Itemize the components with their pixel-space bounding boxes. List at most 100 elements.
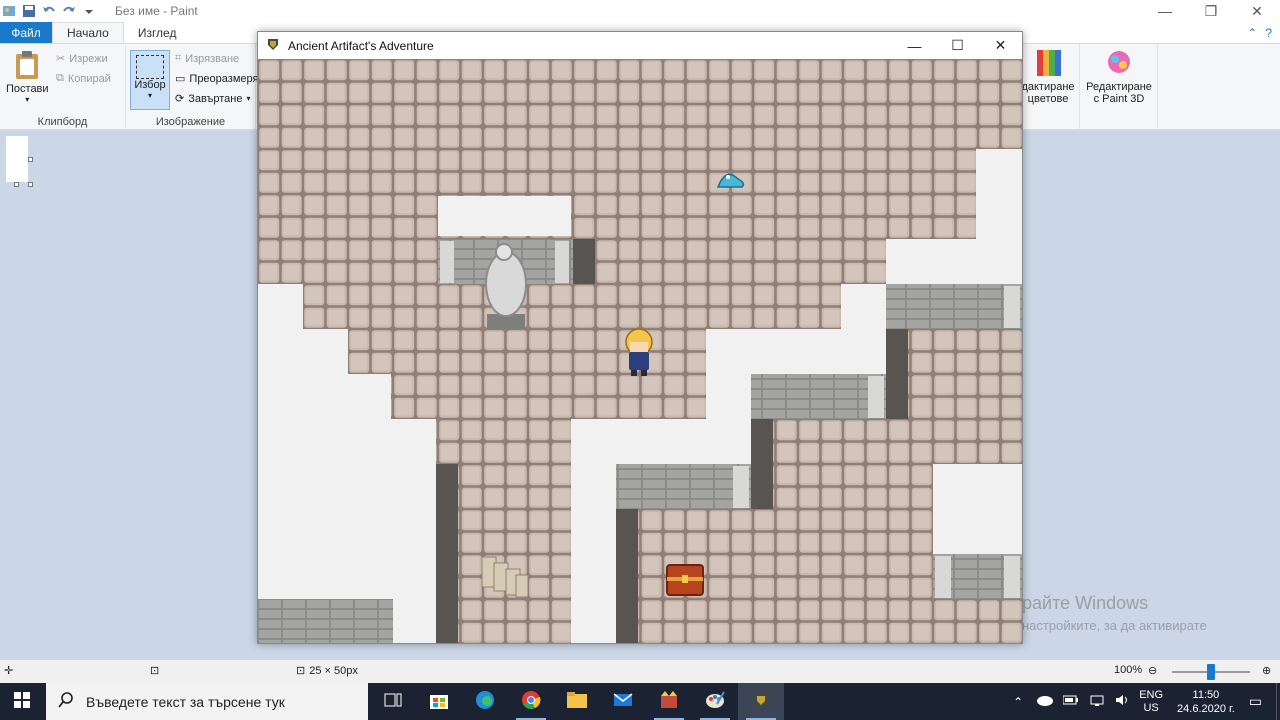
activation-watermark: райте Windows настройките, за да активир…: [1022, 593, 1207, 633]
paint-canvas[interactable]: [6, 136, 28, 182]
watermark-line-2: настройките, за да активирате: [1022, 618, 1207, 633]
network-icon[interactable]: [1089, 694, 1105, 709]
crop-label: Изрязване: [185, 52, 240, 65]
show-hidden-icons-icon[interactable]: ⌃: [1013, 695, 1023, 709]
paste-label: Постави: [6, 83, 49, 95]
select-label: Избор: [134, 79, 166, 91]
tab-home[interactable]: Начало: [52, 22, 124, 43]
show-desktop-button[interactable]: [1276, 683, 1280, 720]
restore-icon[interactable]: ❐: [1188, 0, 1234, 22]
save-icon[interactable]: [22, 4, 36, 18]
onedrive-icon[interactable]: [1035, 694, 1054, 709]
crop-button[interactable]: ⌗ Изрязване: [175, 52, 239, 65]
file-explorer-button[interactable]: [554, 683, 600, 720]
battery-icon[interactable]: [1062, 695, 1079, 708]
search-placeholder: Въведете текст за търсене тук: [86, 693, 285, 710]
game-taskbar-button[interactable]: [738, 683, 784, 720]
redo-icon[interactable]: [62, 4, 76, 18]
edit-colors-button[interactable]: дактиране цветове: [1020, 50, 1076, 105]
rotate-button[interactable]: ⟳ Завъртане ▾: [175, 92, 250, 106]
zoom-out-icon[interactable]: ⊖: [1148, 664, 1157, 677]
rotate-label: Завъртане: [188, 92, 243, 105]
cut-label: Изрежи: [69, 52, 108, 65]
resize-icon: ▭: [175, 73, 186, 85]
rotate-icon: ⟳: [175, 93, 185, 105]
status-bar: ✛ ⊡ ⊡ 25 × 50px 100% ⊖ ⊕: [0, 659, 1280, 683]
store-button[interactable]: [416, 683, 462, 720]
mail-icon: [613, 692, 633, 711]
clipboard-group-label: Клипборд: [37, 116, 88, 128]
hero-character-icon[interactable]: [625, 328, 653, 376]
image-size-label: 25 × 50px: [309, 664, 358, 677]
game-window[interactable]: Ancient Artifact's Adventure — ☐ ✕: [257, 31, 1023, 644]
notifications-icon[interactable]: ▭: [1249, 693, 1262, 710]
void-area: [438, 196, 571, 236]
edit-colors-group: дактиране цветове: [1020, 44, 1080, 130]
folder-icon: [566, 691, 588, 712]
tab-view[interactable]: Изглед: [124, 22, 191, 43]
stone-wall: [933, 554, 1022, 599]
resize-handle[interactable]: [28, 182, 33, 187]
close-icon[interactable]: ✕: [1234, 0, 1280, 22]
game-shield-icon: [752, 691, 770, 712]
clipboard-group: Постави ▾ ✂ Изрежи ⧉ Копирай Клипборд: [0, 44, 126, 130]
customize-toolbar-icon[interactable]: [82, 4, 96, 18]
edit-with-paint3d-button[interactable]: Редактиране с Paint 3D: [1082, 50, 1156, 105]
task-view-icon: [384, 693, 402, 710]
paint-taskbar-button[interactable]: [692, 683, 738, 720]
paint3d-icon: [1105, 50, 1133, 81]
zoom-slider-thumb[interactable]: [1207, 664, 1215, 680]
cut-button[interactable]: ✂ Изрежи: [56, 52, 108, 66]
cursor-position-icon: ✛: [4, 665, 14, 677]
clock[interactable]: 11:50 24.6.2020 г.: [1177, 688, 1235, 716]
input-language[interactable]: ENG US: [1139, 689, 1163, 715]
minimize-icon[interactable]: —: [1142, 0, 1188, 22]
paste-button[interactable]: Постави ▾: [6, 50, 49, 104]
color-palette-icon: [1033, 50, 1063, 81]
game-app-icon: [266, 37, 280, 54]
copy-button[interactable]: ⧉ Копирай: [56, 72, 111, 85]
language-code: ENG: [1139, 688, 1164, 701]
watermark-line-1: райте Windows: [1022, 593, 1149, 613]
copy-label: Копирай: [67, 72, 111, 85]
select-button[interactable]: Избор ▾: [130, 50, 170, 110]
chrome-button[interactable]: [508, 683, 554, 720]
resize-handle[interactable]: [14, 182, 19, 187]
game-title: Ancient Artifact's Adventure: [288, 38, 434, 53]
edit-colors-label-1: дактиране: [1021, 81, 1075, 93]
edge-button[interactable]: [462, 683, 508, 720]
image-size: ⊡ 25 × 50px: [296, 664, 358, 678]
treasure-chest-icon[interactable]: [666, 564, 704, 596]
start-button[interactable]: [0, 683, 44, 720]
edge-icon: [475, 690, 495, 713]
zoom-in-icon[interactable]: ⊕: [1262, 664, 1271, 677]
paint3d-label-2: с Paint 3D: [1093, 93, 1145, 105]
collapse-ribbon-icon[interactable]: ⌃: [1247, 26, 1257, 40]
quick-access-toolbar: [0, 4, 96, 18]
resize-button[interactable]: ▭ Преоразмеря: [175, 72, 258, 86]
volume-icon[interactable]: [1115, 694, 1131, 709]
game-maximize-icon[interactable]: ☐: [936, 32, 979, 59]
resize-handle[interactable]: [28, 157, 33, 162]
zoom-percent: 100%: [1114, 664, 1143, 676]
paint3d-group: Редактиране с Paint 3D: [1080, 44, 1158, 130]
paint-app-icon: [2, 4, 16, 18]
taskbar-search-box[interactable]: Въведете текст за търсене тук: [46, 683, 368, 720]
mail-button[interactable]: [600, 683, 646, 720]
store-icon: [429, 691, 449, 712]
paint-titlebar: Без име - Paint — ❐ ✕: [0, 0, 1280, 22]
undo-icon[interactable]: [42, 4, 56, 18]
keyboard-layout: US: [1143, 701, 1159, 714]
dark-wall: [436, 464, 458, 643]
tab-file[interactable]: Файл: [0, 22, 52, 43]
game-viewport[interactable]: [258, 59, 1022, 643]
game-minimize-icon[interactable]: —: [893, 32, 936, 59]
game-close-icon[interactable]: ✕: [979, 32, 1022, 59]
window-title: Без име - Paint: [115, 4, 198, 18]
game-map[interactable]: [258, 59, 1022, 643]
task-view-button[interactable]: [370, 683, 416, 720]
stone-wall: [258, 599, 393, 643]
rpgmaker-button[interactable]: [646, 683, 692, 720]
selection-size-icon: ⊡: [150, 665, 160, 677]
help-icon[interactable]: ?: [1265, 26, 1272, 40]
